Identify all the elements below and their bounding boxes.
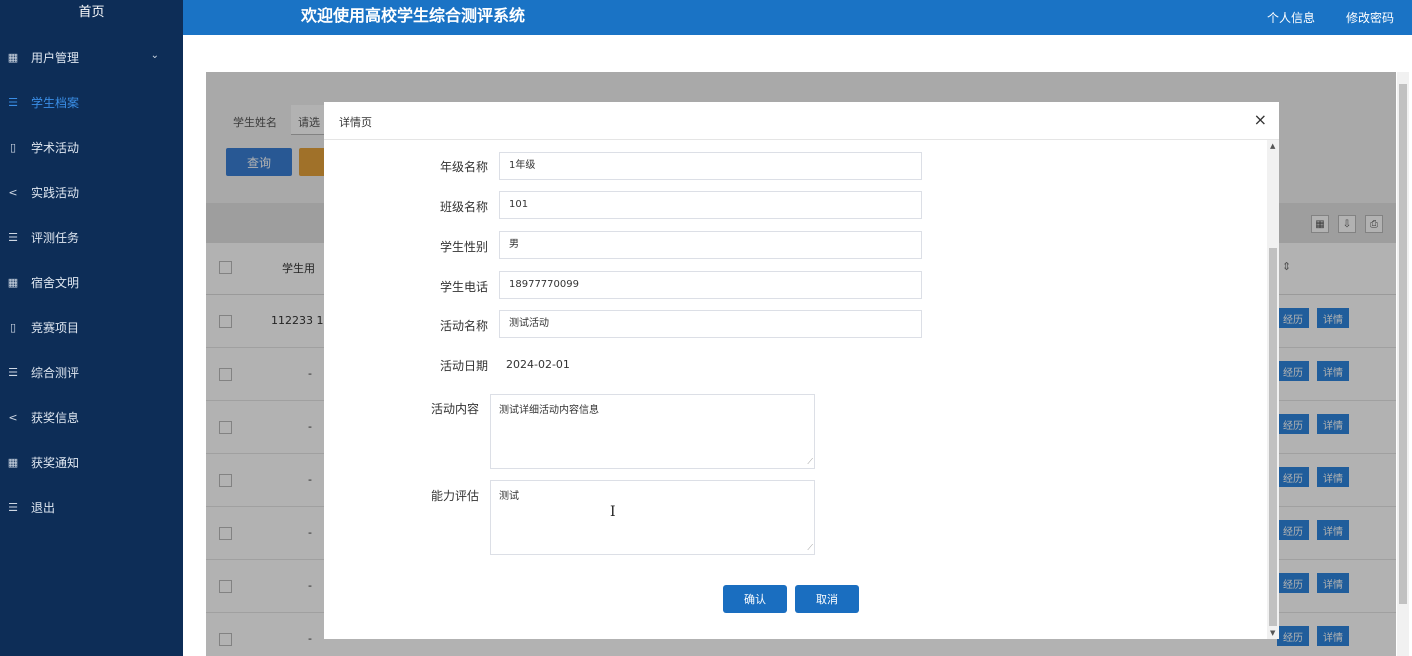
activity-content-label: 活动内容 xyxy=(430,402,479,416)
page-title: 欢迎使用高校学生综合测评系统 xyxy=(301,6,526,25)
class-label: 班级名称 xyxy=(439,200,488,214)
sidebar-item-label: 学术活动 xyxy=(31,141,80,155)
activity-date-value: 2024-02-01 xyxy=(506,358,570,371)
phone-label: 学生电话 xyxy=(439,280,488,294)
sidebar-item-6[interactable]: ▯ 竞赛项目 xyxy=(0,305,183,350)
resize-grip-icon[interactable]: ⟋ xyxy=(807,457,813,467)
grid-icon: ▦ xyxy=(7,456,19,469)
sidebar-item-9[interactable]: ▦ 获奖通知 xyxy=(0,440,183,485)
confirm-button[interactable]: 确认 xyxy=(723,585,787,613)
sidebar-item-label: 退出 xyxy=(31,501,56,515)
list-icon: ☰ xyxy=(8,366,18,379)
book-icon: ▯ xyxy=(9,321,17,334)
grade-field[interactable]: 1年级 xyxy=(499,152,922,180)
cancel-button[interactable]: 取消 xyxy=(795,585,859,613)
class-field[interactable]: 101 xyxy=(499,191,922,219)
sidebar-item-10[interactable]: ☰ 退出 xyxy=(0,485,183,530)
detail-modal: 详情页 × 年级名称 1年级 班级名称 101 学生性别 男 学生电话 1897… xyxy=(324,102,1279,639)
book-icon: ▯ xyxy=(9,141,17,154)
activity-content-textarea[interactable]: 测试详细活动内容信息 ⟋ xyxy=(490,394,815,469)
sidebar-item-3[interactable]: < 实践活动 xyxy=(0,170,183,215)
modal-scrollbar[interactable]: ▲ ▼ xyxy=(1267,140,1279,639)
sidebar-item-4[interactable]: ☰ 评测任务 xyxy=(0,215,183,260)
sidebar-item-label: 获奖信息 xyxy=(31,411,80,425)
chevron-down-icon[interactable]: ⌄ xyxy=(151,50,159,61)
modal-header: 详情页 × xyxy=(324,102,1279,140)
sidebar-item-7[interactable]: ☰ 综合测评 xyxy=(0,350,183,395)
activity-date-label: 活动日期 xyxy=(439,359,488,373)
change-password-link[interactable]: 修改密码 xyxy=(1346,9,1394,26)
sidebar-item-2[interactable]: ▯ 学术活动 xyxy=(0,125,183,170)
ability-textarea[interactable]: 测试 ⟋ xyxy=(490,480,815,555)
close-icon[interactable]: × xyxy=(1254,110,1267,129)
list-icon: ☰ xyxy=(8,231,18,244)
sidebar-item-label: 获奖通知 xyxy=(31,456,80,470)
share-icon: < xyxy=(8,411,18,424)
modal-title: 详情页 xyxy=(339,116,372,129)
sidebar-item-label: 宿舍文明 xyxy=(31,276,80,290)
activity-name-field[interactable]: 测试活动 xyxy=(499,310,922,338)
text-cursor-icon: I xyxy=(610,504,616,520)
grade-label: 年级名称 xyxy=(439,160,488,174)
top-header: 欢迎使用高校学生综合测评系统 个人信息 修改密码 xyxy=(183,0,1412,35)
sidebar-home-link[interactable]: 首页 xyxy=(0,0,183,28)
phone-field[interactable]: 18977770099 xyxy=(499,271,922,299)
sidebar-item-8[interactable]: < 获奖信息 xyxy=(0,395,183,440)
sidebar-item-0[interactable]: ▦ 用户管理 ⌄ xyxy=(0,35,183,80)
gender-field[interactable]: 男 xyxy=(499,231,922,259)
sidebar-item-label: 综合测评 xyxy=(31,366,80,380)
grid-icon: ▦ xyxy=(7,276,19,289)
ability-label: 能力评估 xyxy=(430,489,479,503)
sidebar-item-label: 实践活动 xyxy=(31,186,80,200)
grid-icon: ▦ xyxy=(7,51,19,64)
activity-content-text: 测试详细活动内容信息 xyxy=(499,405,599,416)
profile-link[interactable]: 个人信息 xyxy=(1267,9,1315,26)
share-icon: < xyxy=(8,186,18,199)
gender-label: 学生性别 xyxy=(439,240,488,254)
sidebar-item-1[interactable]: ☰ 学生档案 xyxy=(0,80,183,125)
sidebar-item-label: 学生档案 xyxy=(31,96,80,110)
sidebar-item-label: 评测任务 xyxy=(31,231,80,245)
ability-text: 测试 xyxy=(499,491,519,502)
sidebar-item-label: 用户管理 xyxy=(31,51,80,65)
list-icon: ☰ xyxy=(8,96,18,109)
list-icon: ☰ xyxy=(8,501,18,514)
page-scrollbar[interactable] xyxy=(1397,72,1409,656)
activity-name-label: 活动名称 xyxy=(439,319,488,333)
sidebar-item-5[interactable]: ▦ 宿舍文明 xyxy=(0,260,183,305)
resize-grip-icon[interactable]: ⟋ xyxy=(807,543,813,553)
sidebar-item-label: 竞赛项目 xyxy=(31,321,80,335)
